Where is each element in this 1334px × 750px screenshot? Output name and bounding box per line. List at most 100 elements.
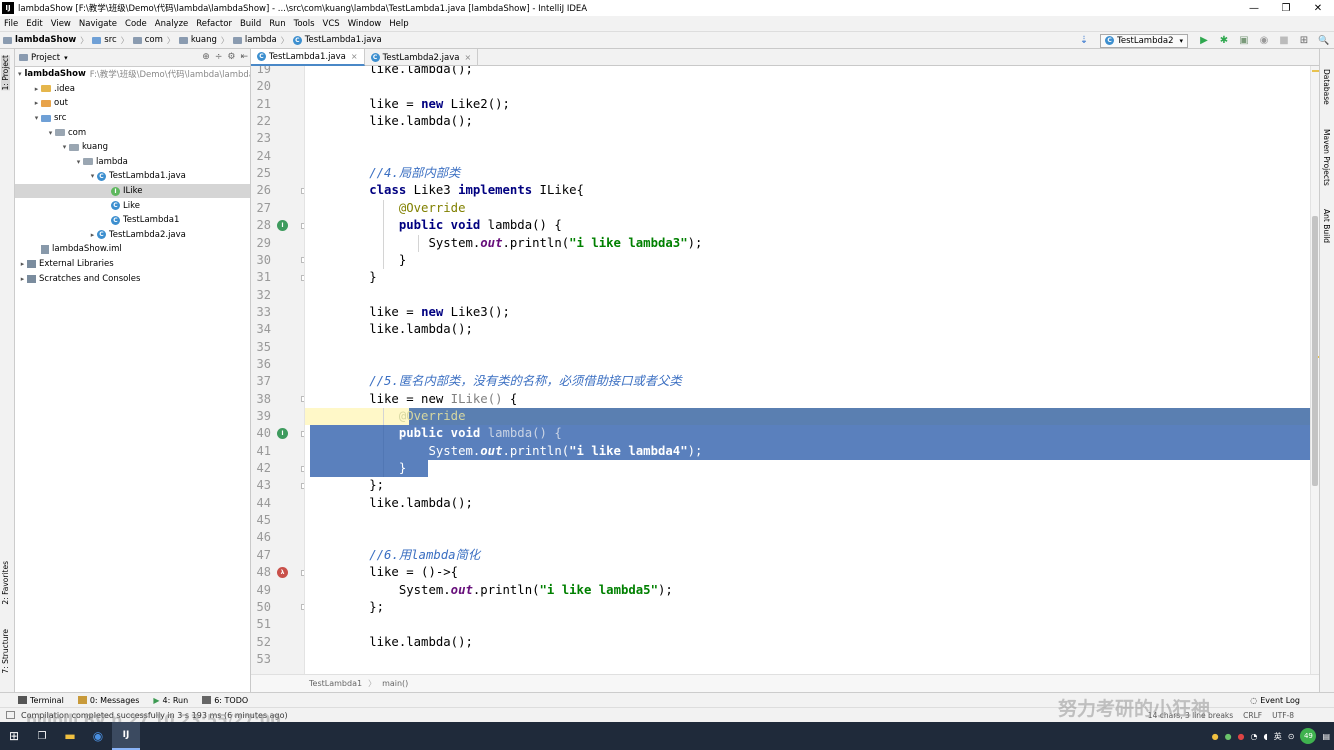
task-view-icon[interactable]: ❐ [28,722,56,750]
menu-refactor[interactable]: Refactor [192,19,236,29]
hide-icon[interactable]: ⇤ [240,52,248,62]
tree-item[interactable]: C Like [15,198,250,213]
tree-item[interactable]: ▸ Scratches and Consoles [15,271,250,286]
tree-item[interactable]: ▾ C TestLambda1.java [15,169,250,184]
code-line[interactable]: like.lambda(); [310,113,473,130]
terminal-button[interactable]: Terminal [18,696,64,705]
code-line[interactable]: @Override [310,200,466,217]
code-line[interactable]: public void lambda() { [310,425,562,442]
collapse-arrow-icon[interactable]: ▸ [32,99,41,107]
debug-icon[interactable]: ✱ [1217,34,1231,48]
expand-arrow-icon[interactable]: ▾ [88,172,97,180]
file-encoding[interactable]: UTF-8 [1272,711,1294,720]
run-icon[interactable]: ▶ [1197,34,1211,48]
code-line[interactable]: } [310,252,406,269]
breadcrumb-src[interactable]: src [89,35,119,45]
code-line[interactable]: like.lambda(); [310,495,473,512]
status-toggle-icon[interactable] [6,711,15,719]
minimize-button[interactable]: — [1238,0,1270,16]
tray-badge[interactable]: 49 [1300,728,1317,744]
code-line[interactable]: //4.局部内部类 [310,165,460,182]
tab-testlambda1[interactable]: C TestLambda1.java × [251,49,365,66]
breadcrumb-com[interactable]: com [130,35,166,45]
tree-item[interactable]: ▾ kuang [15,140,250,155]
code-line[interactable]: like = ()->{ [310,564,458,581]
tray-app-icon[interactable]: ● [1238,732,1245,741]
start-button[interactable]: ⊞ [0,722,28,750]
tab-database[interactable]: Database [1322,69,1331,105]
implements-gutter-icon[interactable]: I [277,220,288,232]
editor-breadcrumb-method[interactable]: main() [382,679,408,688]
menu-edit[interactable]: Edit [22,19,46,29]
tree-item[interactable]: ▸ C TestLambda2.java [15,228,250,243]
tray-app-icon[interactable]: ⊙ [1288,732,1295,741]
scrollbar-thumb[interactable] [1312,216,1318,486]
collapse-arrow-icon[interactable]: ▸ [18,275,27,283]
code-line[interactable]: like.lambda(); [310,634,473,651]
code-line[interactable]: like = new Like2(); [310,96,510,113]
expand-arrow-icon[interactable]: ▾ [74,158,83,166]
close-icon[interactable]: × [464,53,471,62]
search-icon[interactable]: 🔍 [1317,34,1331,48]
tree-item[interactable]: ▸ out [15,96,250,111]
maximize-button[interactable]: ❐ [1270,0,1302,16]
collapse-arrow-icon[interactable]: ▸ [18,260,27,268]
run-tool-button[interactable]: ▶ 4: Run [153,696,188,705]
profile-icon[interactable]: ◉ [1257,34,1271,48]
code-line[interactable]: } [310,460,406,477]
code-line[interactable]: like = new ILike() { [310,391,517,408]
collapse-arrow-icon[interactable]: ▸ [32,85,41,93]
line-separator[interactable]: CRLF [1243,711,1262,720]
code-editor[interactable]: like.lambda(); like = new Like2(); like.… [305,66,1310,674]
menu-analyze[interactable]: Analyze [151,19,193,29]
code-line[interactable]: }; [310,599,384,616]
menu-window[interactable]: Window [344,19,386,29]
menu-run[interactable]: Run [265,19,289,29]
code-line[interactable]: System.out.println("i like lambda5"); [310,582,673,599]
tree-item[interactable]: ▸ .idea [15,82,250,97]
code-line[interactable]: }; [310,477,384,494]
lambda-gutter-icon[interactable]: λ [277,567,288,579]
expand-arrow-icon[interactable]: ▾ [46,129,55,137]
expand-arrow-icon[interactable]: ▾ [18,70,22,78]
menu-file[interactable]: File [0,19,22,29]
tab-ant-build[interactable]: Ant Build [1322,209,1331,243]
implements-gutter-icon[interactable]: I [277,428,288,440]
tray-app-icon[interactable]: ● [1212,732,1219,741]
tray-network-icon[interactable]: ◔ [1251,732,1258,741]
tray-language[interactable]: 英 [1274,731,1282,742]
menu-code[interactable]: Code [121,19,151,29]
collapse-icon[interactable]: ÷ [215,52,223,62]
code-line[interactable]: System.out.println("i like lambda4"); [310,443,702,460]
tab-testlambda2[interactable]: C TestLambda2.java × [365,49,479,66]
tree-item[interactable]: ▾ lambda [15,155,250,170]
expand-arrow-icon[interactable]: ▾ [32,114,41,122]
close-button[interactable]: ✕ [1302,0,1334,16]
stop-icon[interactable]: ■ [1277,34,1291,48]
intellij-taskbar-icon[interactable]: IJ [112,722,140,750]
menu-tools[interactable]: Tools [290,19,319,29]
editor-breadcrumb-class[interactable]: TestLambda1 [309,679,362,688]
code-line[interactable]: like.lambda(); [310,66,473,78]
tab-project[interactable]: 1: Project [1,55,10,91]
tree-item[interactable]: lambdaShow.iml [15,242,250,257]
tree-item[interactable]: ▾ com [15,125,250,140]
warning-stripe[interactable] [1312,70,1319,72]
todo-button[interactable]: 6: TODO [202,696,248,705]
project-panel-title[interactable]: Project [31,53,60,63]
collapse-arrow-icon[interactable]: ▸ [88,231,97,239]
breadcrumb-file[interactable]: C TestLambda1.java [290,35,385,45]
close-icon[interactable]: × [351,52,358,61]
tray-app-icon[interactable]: ● [1225,732,1232,741]
event-log-button[interactable]: ◌ Event Log [1250,696,1300,705]
tree-item[interactable]: I ILike [15,183,250,199]
menu-help[interactable]: Help [385,19,412,29]
tree-item[interactable]: ▸ External Libraries [15,257,250,272]
menu-view[interactable]: View [47,19,75,29]
code-line[interactable]: class Like3 implements ILike{ [310,182,584,199]
tab-structure[interactable]: 7: Structure [1,629,10,674]
tab-maven-projects[interactable]: Maven Projects [1322,129,1331,186]
menu-build[interactable]: Build [236,19,265,29]
menu-navigate[interactable]: Navigate [75,19,121,29]
breadcrumb-kuang[interactable]: kuang [176,35,220,45]
